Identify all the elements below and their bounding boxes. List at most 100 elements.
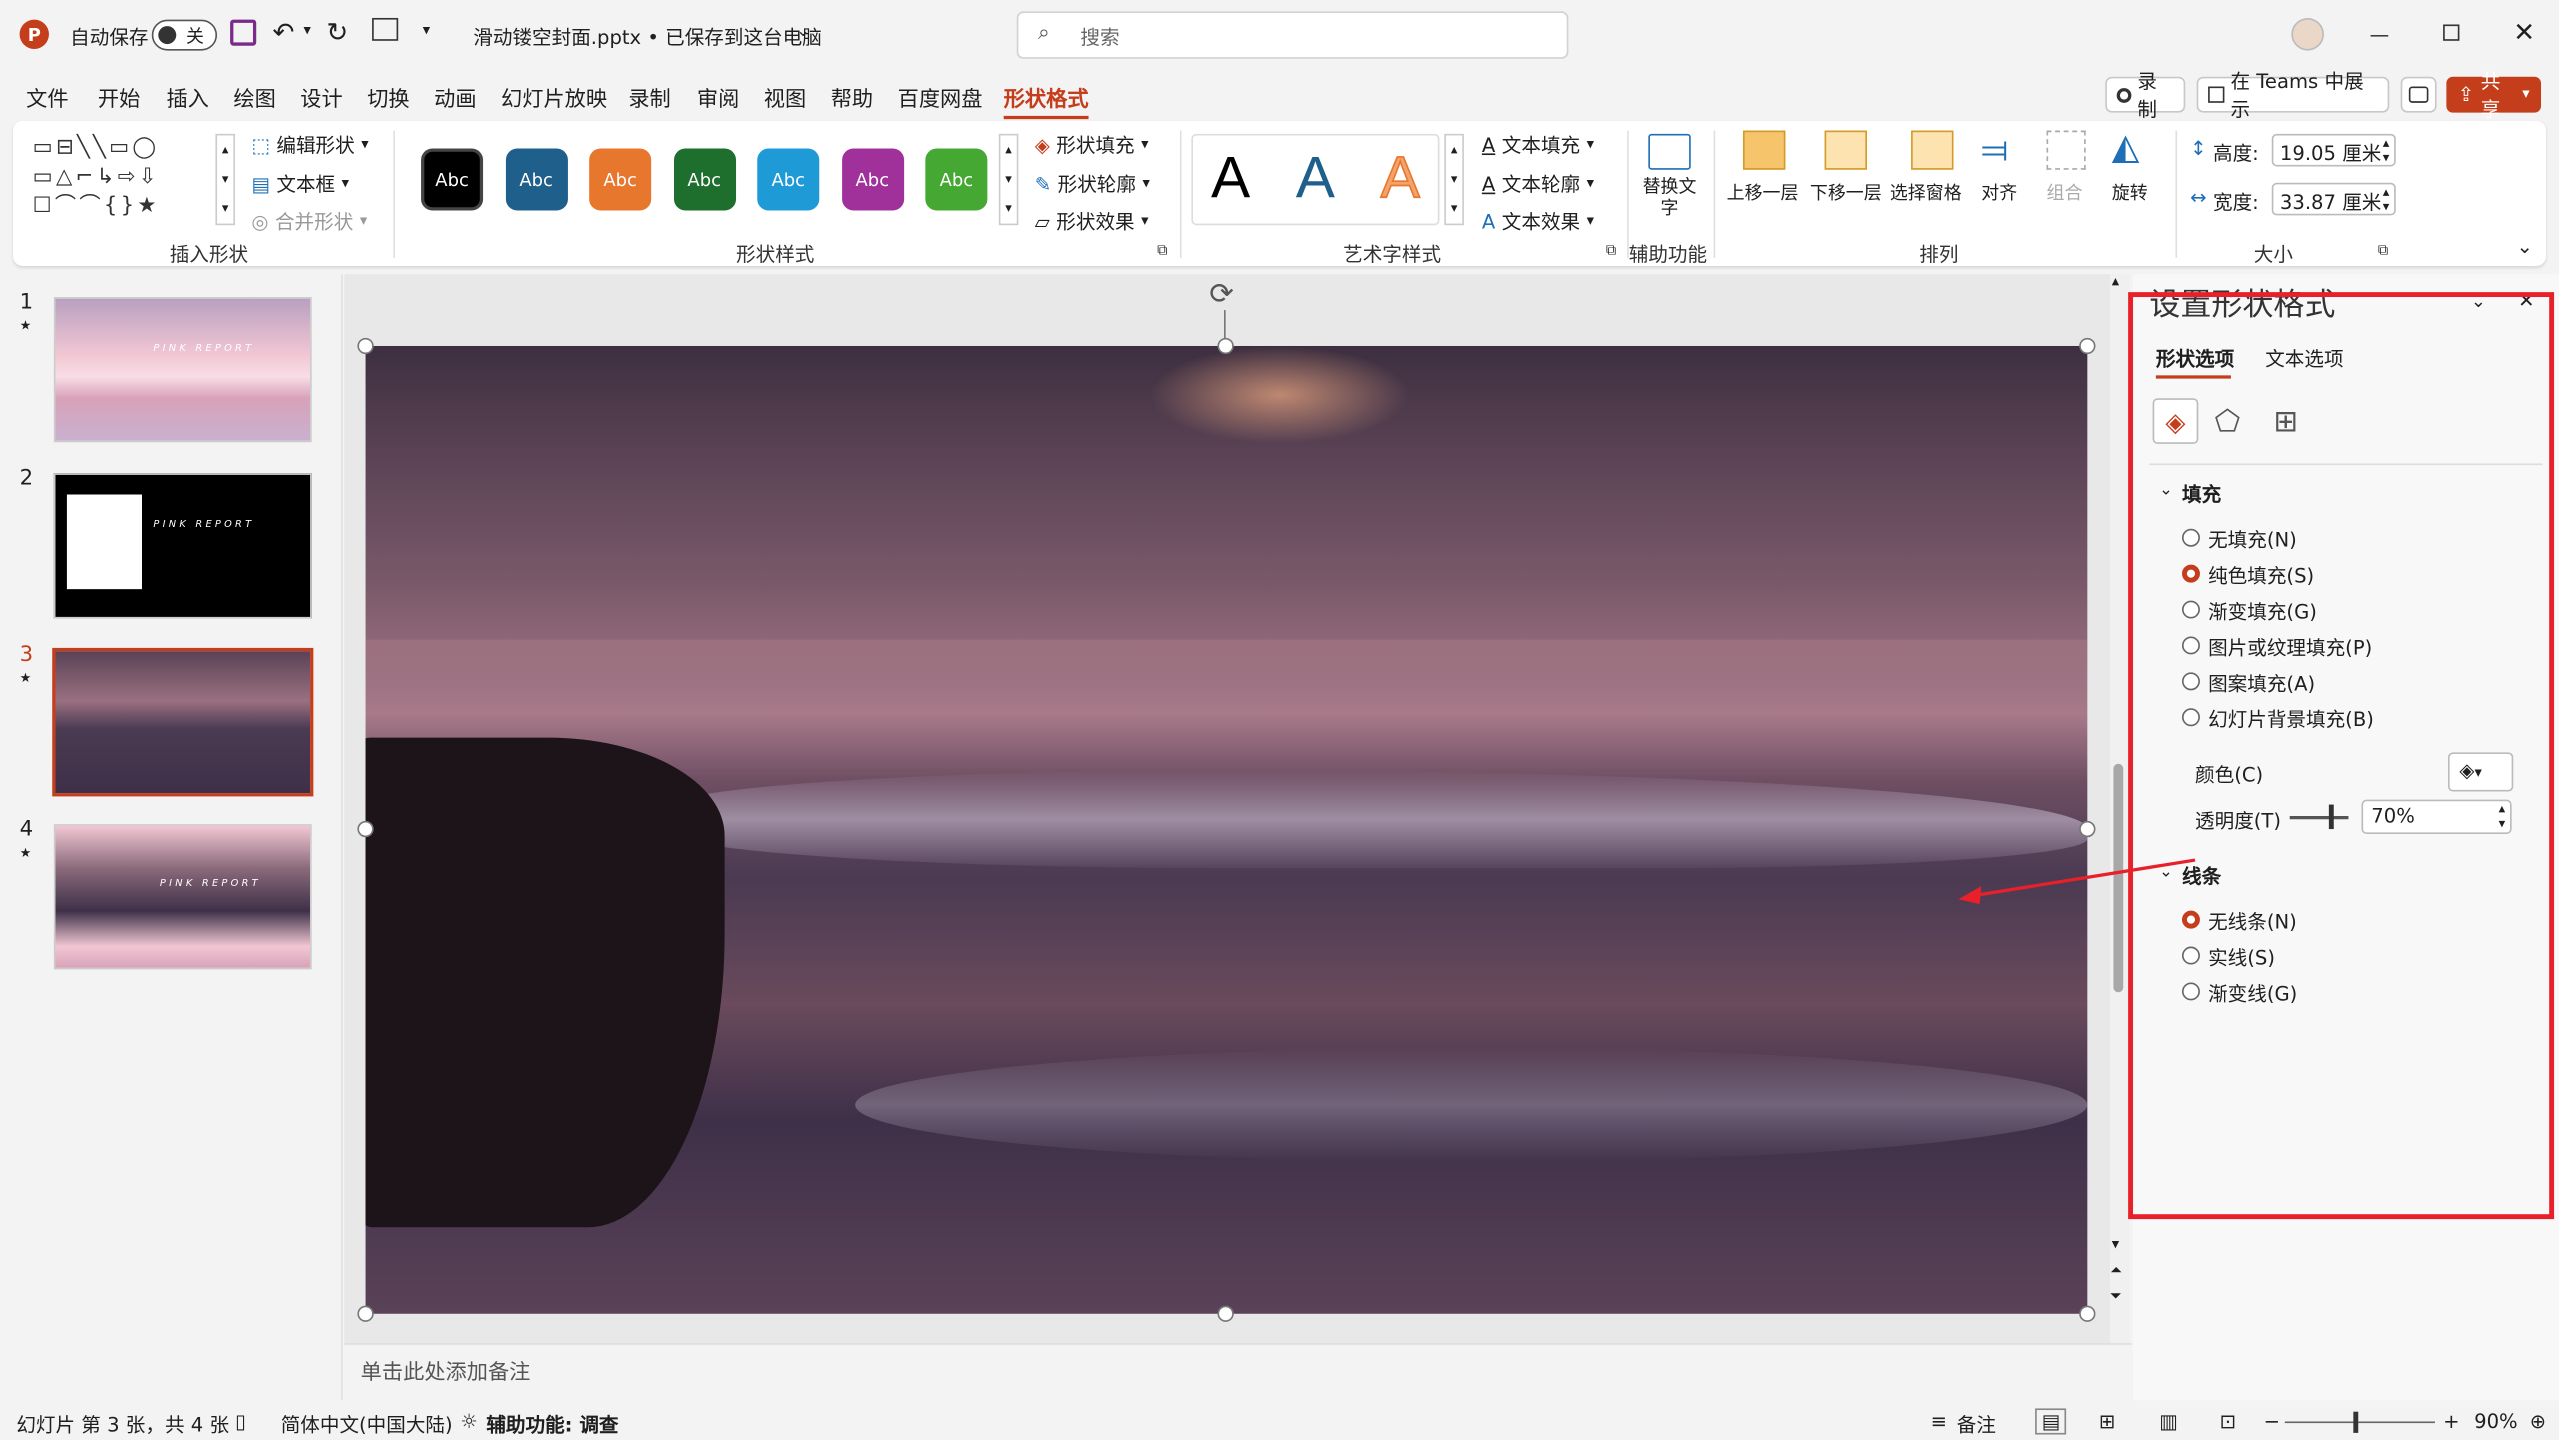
share-button[interactable]: ⇪ 共享 ▾ bbox=[2446, 70, 2542, 121]
shape-style-swatch[interactable]: Abc bbox=[673, 148, 736, 211]
scroll-up-icon[interactable]: ▴ bbox=[2112, 274, 2119, 290]
resize-handle[interactable] bbox=[1217, 337, 1234, 355]
prev-slide-icon[interactable]: ⏶ bbox=[2110, 1263, 2122, 1279]
style-gallery-scroll[interactable]: ▴ ▾ ▾ bbox=[998, 133, 1019, 226]
tab-design[interactable]: 设计 bbox=[300, 82, 342, 112]
resize-handle[interactable] bbox=[357, 1305, 374, 1322]
tab-transitions[interactable]: 切换 bbox=[367, 82, 409, 112]
bring-forward-label[interactable]: 上移一层 bbox=[1727, 180, 1799, 206]
slide-thumbnail-1[interactable]: PINK REPORT bbox=[53, 297, 312, 443]
normal-view-icon[interactable]: ▤ bbox=[2035, 1408, 2067, 1435]
close-icon[interactable]: ✕ bbox=[2513, 16, 2535, 47]
shape-style-swatch[interactable]: Abc bbox=[421, 148, 484, 211]
rotate-icon[interactable]: ◭ bbox=[2112, 127, 2140, 168]
shape-style-swatch[interactable]: Abc bbox=[757, 148, 820, 211]
undo-icon[interactable]: ↶ bbox=[273, 16, 295, 47]
minimize-icon[interactable]: — bbox=[2370, 23, 2390, 46]
wordart-blue-a[interactable]: A bbox=[1296, 144, 1335, 213]
search-box[interactable]: ⌕ 搜索 bbox=[1016, 11, 1569, 59]
shape-style-swatch[interactable]: Abc bbox=[925, 148, 988, 211]
alt-text-icon[interactable] bbox=[1648, 133, 1691, 170]
save-icon[interactable] bbox=[230, 19, 257, 46]
resize-handle[interactable] bbox=[357, 337, 374, 355]
tab-view[interactable]: 视图 bbox=[764, 82, 806, 112]
bring-forward-icon[interactable] bbox=[1742, 130, 1786, 170]
shape-style-swatch[interactable]: Abc bbox=[589, 148, 652, 211]
spellcheck-icon[interactable]: ▯ bbox=[235, 1410, 246, 1433]
fit-to-window-icon[interactable]: ⊕ bbox=[2530, 1410, 2546, 1433]
slide-photo[interactable] bbox=[365, 345, 2088, 1314]
avatar[interactable] bbox=[2291, 17, 2324, 51]
resize-handle[interactable] bbox=[1217, 1305, 1234, 1322]
shape-effects-button[interactable]: ▱ 形状效果 ▾ bbox=[1035, 207, 1149, 235]
next-slide-icon[interactable]: ⏷ bbox=[2110, 1289, 2122, 1305]
autosave-toggle[interactable]: 关 bbox=[151, 19, 218, 51]
tab-draw[interactable]: 绘图 bbox=[233, 82, 275, 112]
text-outline-button[interactable]: A 文本轮廓 ▾ bbox=[1482, 170, 1594, 198]
file-title[interactable]: 滑动镂空封面.pptx • 已保存到这台电脑 bbox=[473, 23, 822, 51]
redo-icon[interactable]: ↻ bbox=[326, 16, 348, 47]
wordart-black-a[interactable]: A bbox=[1211, 144, 1250, 213]
tab-home[interactable]: 开始 bbox=[98, 82, 140, 112]
selection-pane-icon[interactable] bbox=[1911, 130, 1954, 170]
restore-icon[interactable] bbox=[2443, 24, 2460, 41]
shape-style-swatch[interactable]: Abc bbox=[505, 148, 568, 211]
width-spin-icon[interactable]: ▴ ▾ bbox=[2383, 184, 2390, 213]
resize-handle[interactable] bbox=[357, 820, 374, 838]
tab-baidu[interactable]: 百度网盘 bbox=[898, 82, 983, 112]
tab-file[interactable]: 文件 bbox=[26, 82, 68, 112]
zoom-in-icon[interactable]: + bbox=[2443, 1410, 2459, 1433]
customize-toolbar-icon[interactable]: ▾ bbox=[423, 23, 430, 39]
group-label[interactable]: 组合 bbox=[2047, 180, 2083, 206]
width-field[interactable]: 33.87 厘米 ▴ ▾ bbox=[2271, 182, 2396, 216]
tab-slideshow[interactable]: 幻灯片放映 bbox=[501, 82, 607, 112]
tab-help[interactable]: 帮助 bbox=[831, 82, 873, 112]
accessibility-status[interactable]: 辅助功能: 调查 bbox=[486, 1410, 618, 1438]
tab-insert[interactable]: 插入 bbox=[166, 82, 208, 112]
height-spin-icon[interactable]: ▴ ▾ bbox=[2383, 135, 2390, 164]
present-icon[interactable] bbox=[372, 17, 399, 41]
notes-button[interactable]: 备注 bbox=[1957, 1410, 1996, 1438]
language-label[interactable]: 简体中文(中国大陆) bbox=[281, 1410, 453, 1438]
vertical-scrollbar[interactable]: ▴ ▾ ⏶ ⏷ bbox=[2110, 274, 2130, 1344]
shape-gallery-scroll[interactable]: ▴ ▾ ▾ bbox=[215, 133, 236, 226]
slide-sorter-icon[interactable]: ⊞ bbox=[2099, 1410, 2115, 1433]
selection-pane-label[interactable]: 选择窗格 bbox=[1890, 180, 1962, 206]
height-field[interactable]: 19.05 厘米 ▴ ▾ bbox=[2271, 133, 2396, 167]
zoom-slider-thumb[interactable] bbox=[2353, 1411, 2359, 1433]
notes-pane[interactable]: 单击此处添加备注 bbox=[344, 1343, 2132, 1401]
teams-present-button[interactable]: 在 Teams 中展示 bbox=[2196, 70, 2390, 121]
tab-animations[interactable]: 动画 bbox=[434, 82, 476, 112]
resize-handle[interactable] bbox=[2079, 820, 2096, 838]
rotate-handle-icon[interactable]: ⟳ bbox=[1209, 277, 1234, 311]
merge-shapes-button[interactable]: ◎ 合并形状 ▾ bbox=[251, 207, 367, 235]
zoom-level[interactable]: 90% bbox=[2474, 1410, 2518, 1433]
align-icon[interactable]: ⫤ bbox=[1981, 131, 2008, 172]
comments-button[interactable] bbox=[2400, 76, 2437, 113]
title-chevron-down-icon[interactable]: ⌄ bbox=[796, 23, 810, 41]
text-box-button[interactable]: ▤ 文本框 ▾ bbox=[251, 170, 349, 198]
wordart-gallery-scroll[interactable]: ▴ ▾ ▾ bbox=[1444, 133, 1464, 226]
size-launcher-icon[interactable]: ⧉ bbox=[2378, 243, 2389, 259]
send-backward-label[interactable]: 下移一层 bbox=[1810, 180, 1882, 206]
text-effects-button[interactable]: A 文本效果 ▾ bbox=[1482, 207, 1594, 235]
send-backward-icon[interactable] bbox=[1824, 130, 1868, 170]
shape-style-swatch[interactable]: Abc bbox=[841, 148, 904, 211]
tab-shape-format[interactable]: 形状格式 bbox=[1003, 82, 1089, 120]
undo-dropdown-icon[interactable]: ▾ bbox=[304, 23, 311, 39]
slide-thumbnail-2[interactable]: PINK REPORT bbox=[53, 473, 312, 619]
shape-fill-button[interactable]: ◈ 形状填充 ▾ bbox=[1035, 131, 1149, 159]
text-fill-button[interactable]: A 文本填充 ▾ bbox=[1482, 131, 1594, 159]
shape-styles-launcher-icon[interactable]: ⧉ bbox=[1157, 243, 1168, 259]
edit-shape-button[interactable]: ⬚ 编辑形状 ▾ bbox=[251, 131, 368, 159]
alt-text-button[interactable]: 替换文字 bbox=[1642, 176, 1697, 218]
tab-review[interactable]: 审阅 bbox=[697, 82, 739, 112]
reading-view-icon[interactable]: ▥ bbox=[2159, 1410, 2178, 1433]
tab-record[interactable]: 录制 bbox=[628, 82, 670, 112]
slide-thumbnail-4[interactable]: PINK REPORT bbox=[53, 824, 312, 970]
wordart-orange-a[interactable]: A bbox=[1380, 143, 1421, 213]
resize-handle[interactable] bbox=[2079, 1305, 2096, 1322]
zoom-slider[interactable] bbox=[2284, 1421, 2435, 1424]
shape-outline-button[interactable]: ✎ 形状轮廓 ▾ bbox=[1035, 170, 1150, 198]
slide-thumbnail-3[interactable] bbox=[52, 647, 314, 797]
